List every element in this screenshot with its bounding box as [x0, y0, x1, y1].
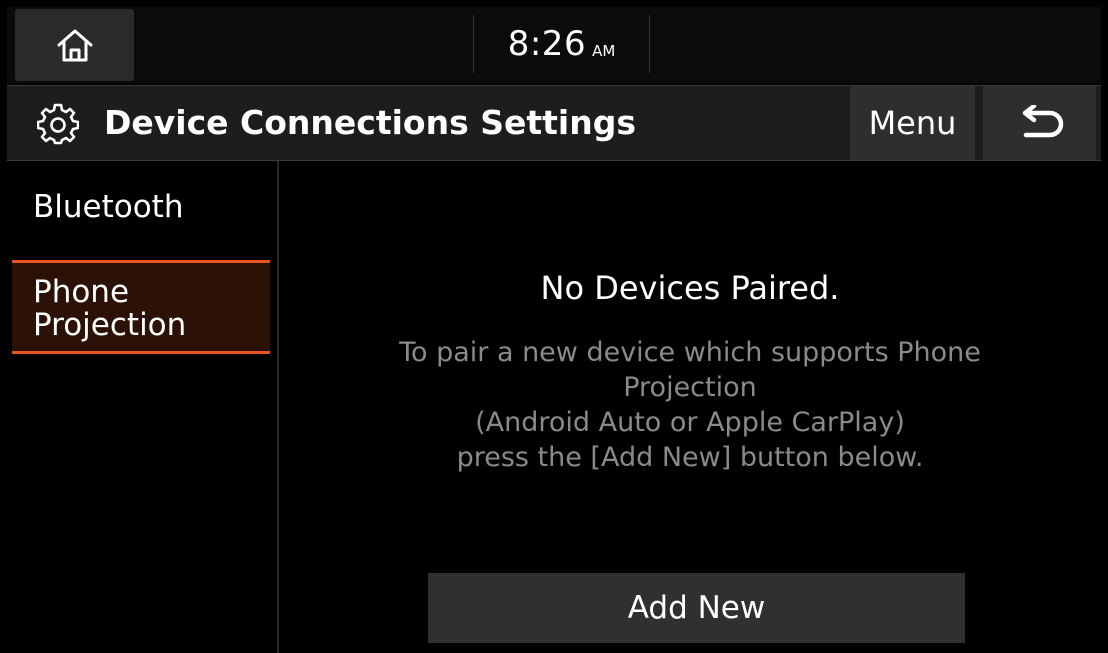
description-line: press the [Add New] button below. [456, 442, 924, 473]
clock-time: 8:26 [507, 24, 587, 64]
clock-ampm: AM [592, 42, 616, 60]
description-line: To pair a new device which supports Phon… [399, 337, 981, 368]
home-icon [57, 29, 92, 62]
menu-button[interactable]: Menu [850, 86, 975, 160]
page-title: Device Connections Settings [104, 103, 636, 142]
empty-state-description: To pair a new device which supports Phon… [319, 335, 1061, 475]
sidebar-item-bluetooth[interactable]: Bluetooth [33, 191, 291, 224]
add-new-button[interactable]: Add New [428, 573, 965, 643]
empty-state-title: No Devices Paired. [540, 269, 840, 307]
main-content: No Devices Paired. To pair a new device … [279, 161, 1101, 653]
sidebar-item-label: Phone Projection [33, 274, 187, 343]
status-bar: 8:26 AM [7, 7, 1101, 83]
screen: 8:26 AM Device Connections Settings Menu… [7, 7, 1101, 653]
clock: 8:26 AM [473, 15, 650, 73]
back-button[interactable] [983, 86, 1096, 160]
gear-icon [37, 103, 79, 145]
sidebar-item-label: Bluetooth [33, 189, 184, 225]
home-button[interactable] [15, 9, 134, 81]
sidebar: Bluetooth Phone Projection [7, 161, 279, 653]
description-line: (Android Auto or Apple CarPlay) [475, 407, 905, 438]
description-line: Projection [623, 372, 757, 403]
sidebar-item-phone-projection[interactable]: Phone Projection [12, 260, 270, 354]
title-bar: Device Connections Settings Menu [7, 85, 1101, 161]
back-arrow-icon [1022, 105, 1063, 138]
